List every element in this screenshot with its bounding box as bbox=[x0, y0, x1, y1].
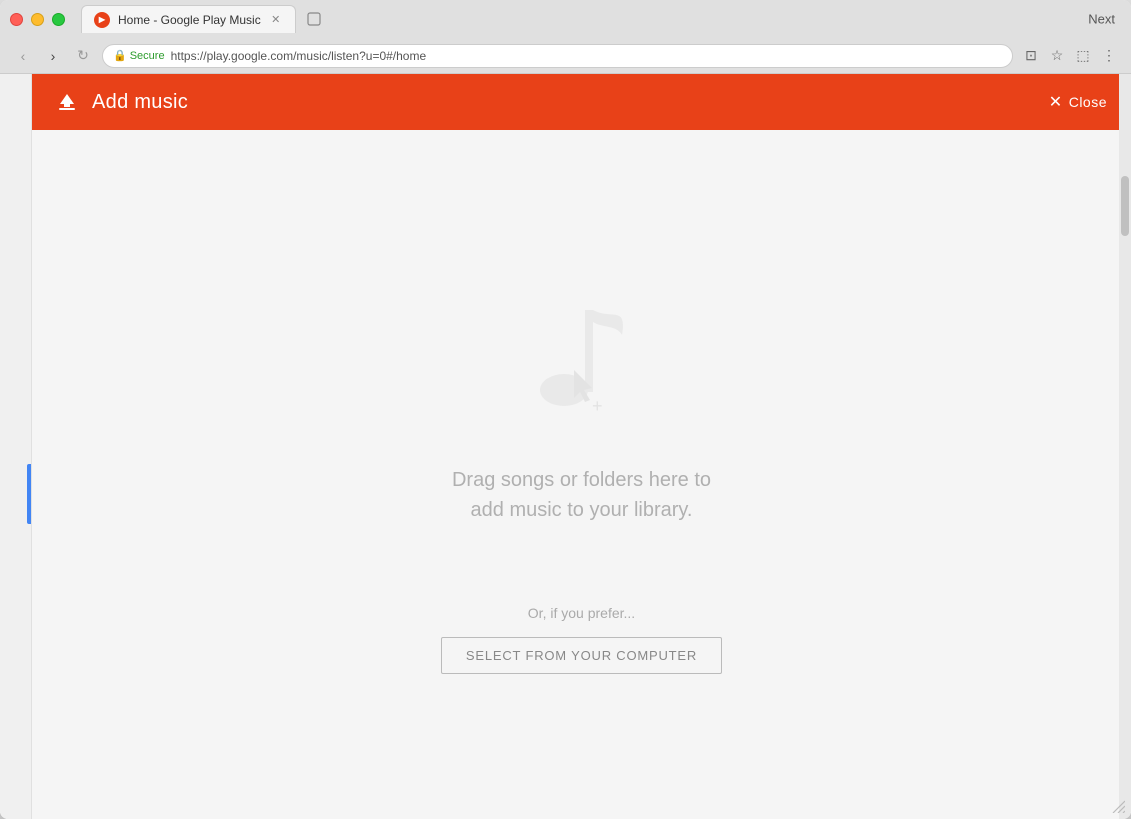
sidebar bbox=[0, 74, 32, 819]
add-music-title: Add music bbox=[92, 91, 188, 114]
cast-screen-icon[interactable]: ⬚ bbox=[1073, 46, 1093, 66]
drag-text-line1: Drag songs or folders here to bbox=[452, 465, 711, 495]
url-text: https://play.google.com/music/listen?u=0… bbox=[171, 49, 427, 63]
cast-icon[interactable]: ⊡ bbox=[1021, 46, 1041, 66]
new-tab-icon bbox=[307, 12, 321, 26]
scrollbar-thumb[interactable] bbox=[1121, 176, 1129, 236]
tab-favicon: ▶ bbox=[94, 12, 110, 28]
drag-text-line2: add music to your library. bbox=[452, 495, 711, 525]
browser-window: ▶ Home - Google Play Music ✕ Next ‹ › ↻ … bbox=[0, 0, 1131, 819]
sidebar-active-indicator bbox=[27, 464, 31, 524]
window-minimize-button[interactable] bbox=[31, 13, 44, 26]
menu-icon[interactable]: ⋮ bbox=[1099, 46, 1119, 66]
back-button[interactable]: ‹ bbox=[12, 45, 34, 67]
select-from-computer-button[interactable]: SELECT FROM YOUR COMPUTER bbox=[441, 637, 722, 674]
forward-button[interactable]: › bbox=[42, 45, 64, 67]
tab-close-button[interactable]: ✕ bbox=[269, 13, 283, 27]
active-tab[interactable]: ▶ Home - Google Play Music ✕ bbox=[81, 5, 296, 33]
upload-svg-icon bbox=[56, 91, 78, 113]
new-tab-button[interactable] bbox=[300, 8, 328, 30]
resize-icon bbox=[1111, 799, 1125, 813]
close-x-icon: ✕ bbox=[1049, 92, 1063, 112]
secure-indicator: 🔒 Secure bbox=[113, 49, 165, 62]
tab-bar: ▶ Home - Google Play Music ✕ bbox=[81, 0, 328, 38]
url-actions: ⊡ ☆ ⬚ ⋮ bbox=[1021, 46, 1119, 66]
bookmark-icon[interactable]: ☆ bbox=[1047, 46, 1067, 66]
title-bar: ▶ Home - Google Play Music ✕ Next bbox=[0, 0, 1131, 38]
music-note-svg: + bbox=[522, 280, 642, 430]
window-close-button[interactable] bbox=[10, 13, 23, 26]
close-button[interactable]: ✕ Close bbox=[1049, 92, 1107, 112]
resize-handle[interactable] bbox=[1111, 799, 1127, 815]
add-music-header-left: Add music bbox=[56, 91, 188, 114]
upload-icon bbox=[56, 91, 78, 113]
close-label: Close bbox=[1069, 94, 1107, 110]
svg-text:+: + bbox=[592, 396, 603, 416]
scrollbar[interactable] bbox=[1119, 74, 1131, 819]
music-note-icon: + bbox=[517, 275, 647, 435]
main-content: Add music ✕ Close bbox=[32, 74, 1131, 819]
secure-label: Secure bbox=[130, 50, 165, 62]
next-button[interactable]: Next bbox=[1088, 12, 1115, 27]
drag-text: Drag songs or folders here to add music … bbox=[452, 465, 711, 525]
browser-content: Add music ✕ Close bbox=[0, 74, 1131, 819]
or-prefer-text: Or, if you prefer... bbox=[528, 605, 635, 621]
drop-zone[interactable]: + Drag songs or folders here to add musi… bbox=[32, 130, 1131, 819]
url-bar-row: ‹ › ↻ 🔒 Secure https://play.google.com/m… bbox=[0, 38, 1131, 74]
tab-title: Home - Google Play Music bbox=[118, 13, 261, 27]
url-bar[interactable]: 🔒 Secure https://play.google.com/music/l… bbox=[102, 44, 1013, 68]
refresh-button[interactable]: ↻ bbox=[72, 45, 94, 67]
add-music-header: Add music ✕ Close bbox=[32, 74, 1131, 130]
traffic-lights bbox=[10, 13, 65, 26]
window-maximize-button[interactable] bbox=[52, 13, 65, 26]
